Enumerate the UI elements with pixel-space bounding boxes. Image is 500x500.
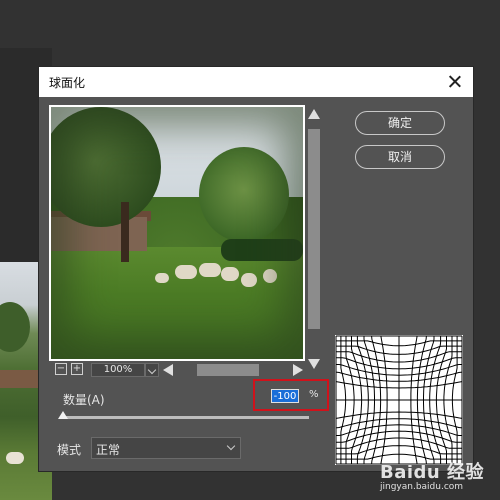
close-icon[interactable]: [445, 72, 465, 92]
chevron-down-icon: [226, 441, 236, 451]
distortion-grid-preview: [335, 335, 463, 465]
mode-label: 模式: [57, 443, 82, 457]
scroll-up-icon[interactable]: [308, 109, 320, 119]
mode-selected-value: 正常: [96, 443, 121, 457]
bg-tree: [0, 302, 30, 352]
horizontal-scroll-thumb[interactable]: [197, 364, 259, 376]
scroll-left-icon[interactable]: [163, 364, 173, 376]
watermark-logo-text: Baidu 经验: [380, 462, 485, 483]
amount-slider-thumb[interactable]: [58, 411, 68, 419]
scroll-right-icon[interactable]: [293, 364, 303, 376]
cancel-button[interactable]: 取消: [355, 145, 445, 169]
zoom-dropdown-chevron-icon[interactable]: [145, 363, 159, 377]
amount-unit: %: [309, 389, 319, 400]
filter-preview[interactable]: [51, 107, 303, 359]
dialog-title: 球面化: [49, 75, 86, 90]
amount-highlight-box: -100 %: [253, 379, 329, 411]
amount-input[interactable]: -100: [271, 389, 299, 403]
zoom-out-icon[interactable]: −: [55, 363, 67, 375]
bg-sheep: [6, 452, 24, 464]
amount-slider-track[interactable]: [63, 416, 309, 419]
preview-frame: [49, 105, 305, 361]
amount-label: 数量(A): [63, 393, 105, 407]
dialog-titlebar: 球面化: [39, 67, 473, 97]
preview-vertical-scrollbar[interactable]: [307, 105, 321, 369]
preview-distortion-overlay: [51, 107, 303, 359]
zoom-level-field[interactable]: 100%: [91, 363, 145, 377]
mode-select[interactable]: 正常: [91, 437, 241, 459]
spherize-dialog: 球面化 − + 100% 确定 取消 数量(A) -100 % 模式 正常: [38, 66, 474, 472]
baidu-watermark: Baidu 经验 jingyan.baidu.com: [380, 458, 484, 492]
vertical-scroll-thumb[interactable]: [308, 129, 320, 329]
preview-horizontal-scrollbar[interactable]: [163, 364, 313, 376]
zoom-controls: − + 100%: [49, 363, 305, 379]
zoom-in-icon[interactable]: +: [71, 363, 83, 375]
ok-button[interactable]: 确定: [355, 111, 445, 135]
